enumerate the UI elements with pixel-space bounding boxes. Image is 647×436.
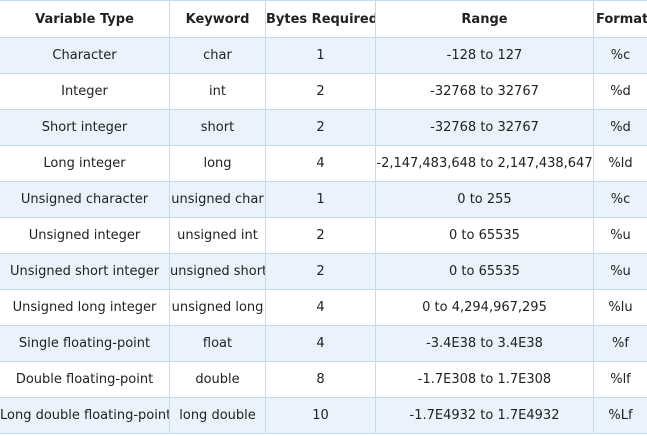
table-row: Unsigned character unsigned char 1 0 to 255…: [0, 181, 647, 218]
cell-range: -1.7E308 to 1.7E308: [375, 361, 594, 398]
cell-keyword: float: [169, 325, 266, 362]
cell-range: 0 to 65535: [375, 217, 594, 254]
variable-types-table: Variable Type Keyword Bytes Required Ran…: [0, 0, 647, 434]
table-body: Character char 1 -128 to 127 %c Integer int 2 -3…: [0, 37, 647, 434]
cell-keyword: long double: [169, 397, 266, 434]
cell-variable-type: Single floating-point: [0, 325, 170, 362]
cell-variable-type: Double floating-point: [0, 361, 170, 398]
cell-keyword: char: [169, 37, 266, 74]
header-keyword: Keyword: [169, 0, 266, 38]
cell-keyword: double: [169, 361, 266, 398]
cell-bytes-required: 10: [265, 397, 376, 434]
cell-bytes-required: 4: [265, 289, 376, 326]
table-row: Long double floating-point long double 10-…: [0, 397, 647, 434]
cell-bytes-required: 2: [265, 109, 376, 146]
table-row: Character char 1 -128 to 127 %c: [0, 37, 647, 74]
cell-format: %lu: [593, 289, 647, 326]
cell-bytes-required: 1: [265, 181, 376, 218]
header-format: Format: [593, 0, 647, 38]
table-header-row: Variable Type Keyword Bytes Required Ran…: [0, 0, 647, 38]
cell-format: %d: [593, 109, 647, 146]
cell-format: %u: [593, 217, 647, 254]
table-row: Long integer long 4 -2,147,483,648 to 2,147…: [0, 145, 647, 182]
table-row: Unsigned integer unsigned int 2 0 to 65535%…: [0, 217, 647, 254]
table-row: Single floating-point float 4 -3.4E38 to 3.…: [0, 325, 647, 362]
cell-range: -2,147,483,648 to 2,147,438,647: [375, 145, 594, 182]
cell-range: -3.4E38 to 3.4E38: [375, 325, 594, 362]
cell-format: %ld: [593, 145, 647, 182]
table-row: Unsigned short integer unsigned short 2 0 t…: [0, 253, 647, 290]
cell-bytes-required: 8: [265, 361, 376, 398]
cell-variable-type: Long integer: [0, 145, 170, 182]
cell-variable-type: Character: [0, 37, 170, 74]
cell-bytes-required: 1: [265, 37, 376, 74]
header-range: Range: [375, 0, 594, 38]
cell-format: %c: [593, 37, 647, 74]
cell-range: -1.7E4932 to 1.7E4932: [375, 397, 594, 434]
cell-bytes-required: 2: [265, 253, 376, 290]
cell-bytes-required: 2: [265, 217, 376, 254]
cell-range: 0 to 65535: [375, 253, 594, 290]
table-row: Integer int 2 -32768 to 32767 %d: [0, 73, 647, 110]
cell-keyword: unsigned char: [169, 181, 266, 218]
cell-variable-type: Long double floating-point: [0, 397, 170, 434]
cell-variable-type: Unsigned integer: [0, 217, 170, 254]
cell-variable-type: Unsigned short integer: [0, 253, 170, 290]
cell-bytes-required: 4: [265, 325, 376, 362]
cell-keyword: int: [169, 73, 266, 110]
cell-format: %u: [593, 253, 647, 290]
cell-keyword: unsigned short: [169, 253, 266, 290]
cell-format: %Lf: [593, 397, 647, 434]
cell-range: -128 to 127: [375, 37, 594, 74]
cell-variable-type: Integer: [0, 73, 170, 110]
cell-format: %lf: [593, 361, 647, 398]
cell-format: %d: [593, 73, 647, 110]
cell-format: %c: [593, 181, 647, 218]
table-row: Double floating-point double 8 -1.7E308 to …: [0, 361, 647, 398]
header-variable-type: Variable Type: [0, 0, 170, 38]
cell-variable-type: Unsigned long integer: [0, 289, 170, 326]
cell-variable-type: Short integer: [0, 109, 170, 146]
cell-variable-type: Unsigned character: [0, 181, 170, 218]
table-row: Unsigned long integer unsigned long 4 0 to …: [0, 289, 647, 326]
cell-keyword: short: [169, 109, 266, 146]
cell-keyword: unsigned long: [169, 289, 266, 326]
cell-range: 0 to 255: [375, 181, 594, 218]
cell-keyword: long: [169, 145, 266, 182]
cell-bytes-required: 4: [265, 145, 376, 182]
cell-range: -32768 to 32767: [375, 109, 594, 146]
header-bytes-required: Bytes Required: [265, 0, 376, 38]
cell-format: %f: [593, 325, 647, 362]
cell-range: -32768 to 32767: [375, 73, 594, 110]
cell-range: 0 to 4,294,967,295: [375, 289, 594, 326]
table-row: Short integer short 2 -32768 to 32767 %d: [0, 109, 647, 146]
cell-keyword: unsigned int: [169, 217, 266, 254]
cell-bytes-required: 2: [265, 73, 376, 110]
